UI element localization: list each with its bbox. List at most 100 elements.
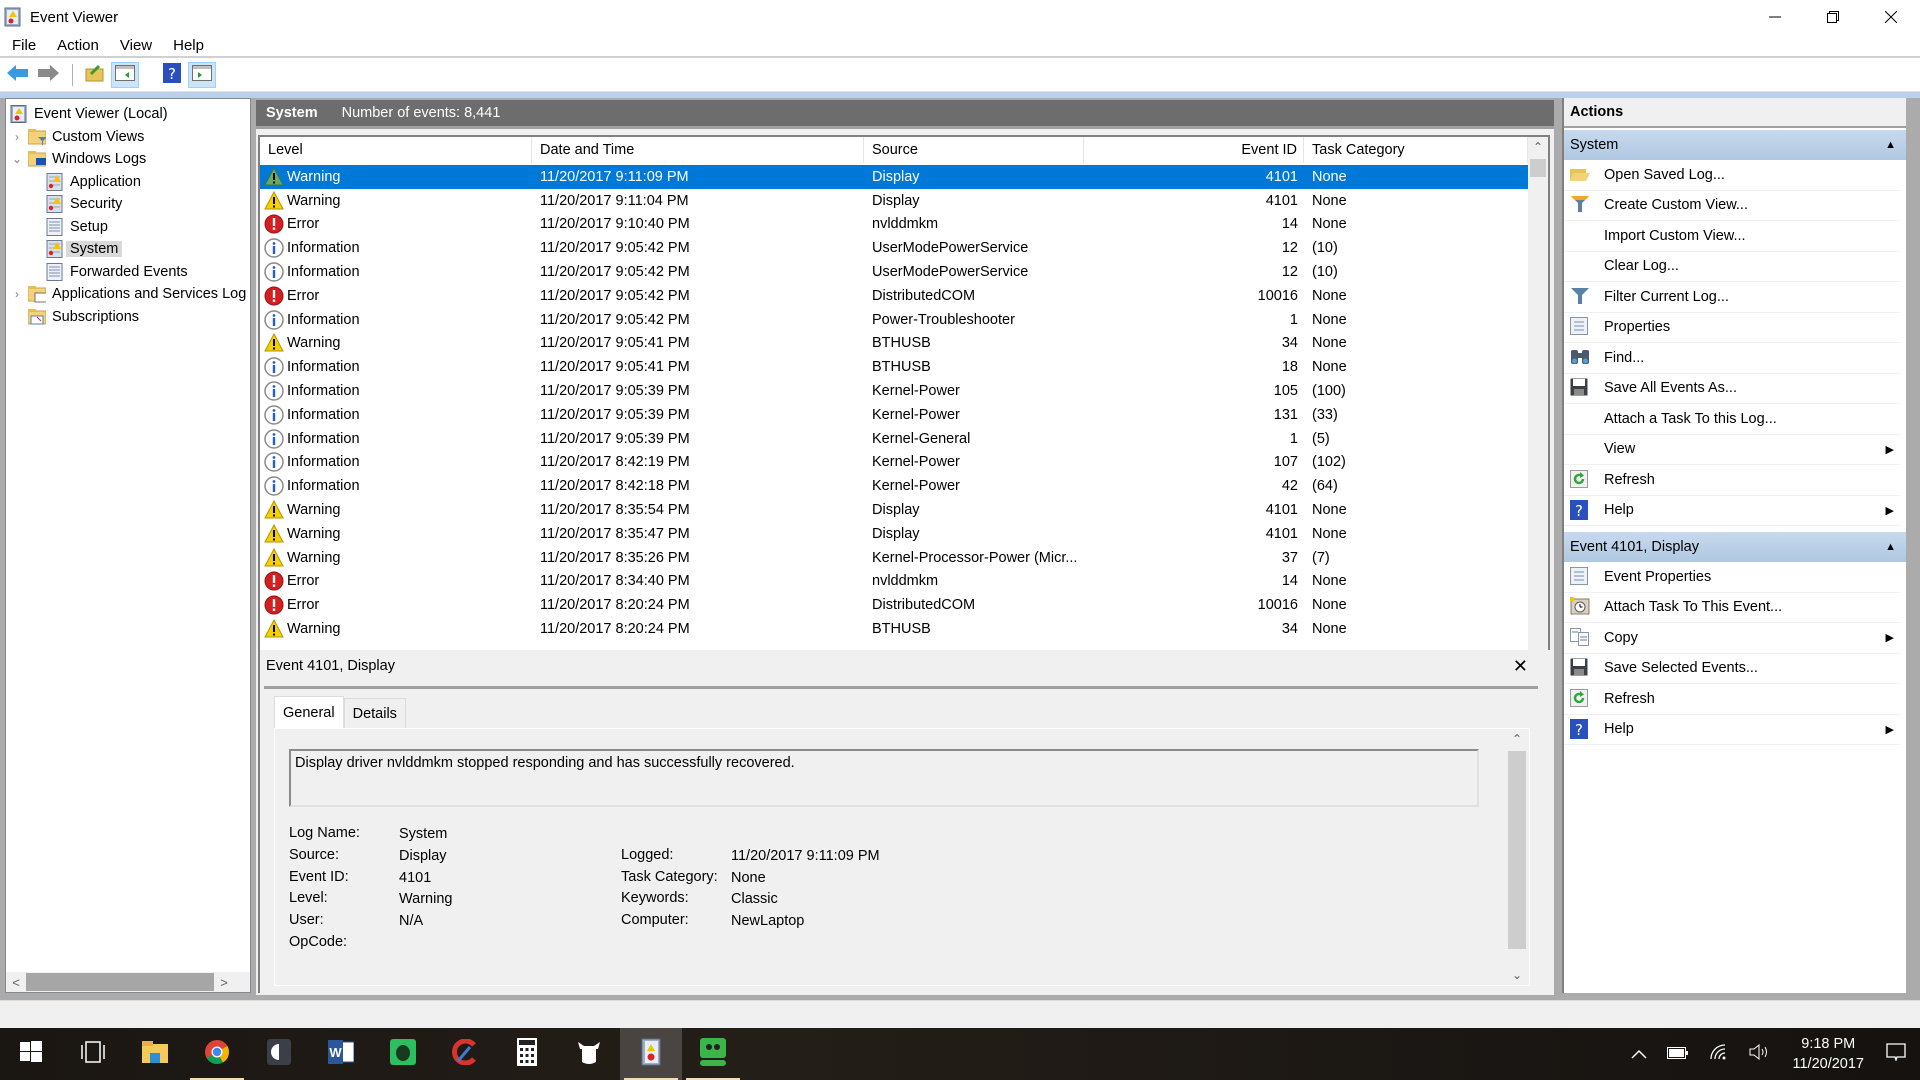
menu-file[interactable]: File xyxy=(0,37,45,54)
column-header-source[interactable]: Source xyxy=(864,137,1084,163)
action-filter-current-log[interactable]: Filter Current Log... xyxy=(1564,282,1900,313)
action-center-icon[interactable] xyxy=(1886,1043,1906,1065)
restore-button[interactable] xyxy=(1804,0,1862,34)
minimize-button[interactable] xyxy=(1746,0,1804,34)
column-header-task-category[interactable]: Task Category xyxy=(1304,137,1528,163)
taskbar-audio-app[interactable] xyxy=(248,1028,310,1080)
tree-item-system[interactable]: System xyxy=(6,238,250,261)
action-create-custom-view[interactable]: Create Custom View... xyxy=(1564,191,1900,221)
event-row[interactable]: Information 11/20/2017 8:42:19 PM Kernel-P… xyxy=(260,451,1528,475)
property-value[interactable]: Warning xyxy=(399,891,452,907)
actions-section-header[interactable]: System ▲ xyxy=(1564,130,1906,160)
scroll-right-icon[interactable]: > xyxy=(214,975,234,990)
tree-item-event-viewer-local[interactable]: Event Viewer (Local) xyxy=(6,103,250,126)
taskbar-ccleaner[interactable] xyxy=(434,1028,496,1080)
event-row[interactable]: Information 11/20/2017 9:05:42 PM Power-Tr… xyxy=(260,308,1528,332)
actions-section-header[interactable]: Event 4101, Display ▲ xyxy=(1564,532,1906,562)
property-value[interactable]: NewLaptop xyxy=(731,913,804,929)
tree-item-applications-and-services-log[interactable]: › Applications and Services Log xyxy=(6,283,250,306)
tree-item-windows-logs[interactable]: ⌄ Windows Logs xyxy=(6,148,250,171)
action-help[interactable]: ? Help ▶ xyxy=(1564,715,1900,745)
event-row[interactable]: Warning 11/20/2017 8:35:26 PM Kernel-Proce… xyxy=(260,546,1528,570)
show-hide-action-pane-button[interactable] xyxy=(188,61,216,88)
action-attach-task-to-this-event[interactable]: Attach Task To This Event... xyxy=(1564,593,1900,623)
scroll-up-icon[interactable]: ⌃ xyxy=(1528,137,1548,157)
action-copy[interactable]: Copy ▶ xyxy=(1564,623,1900,654)
action-attach-a-task-to-this-log[interactable]: Attach a Task To this Log... xyxy=(1564,404,1900,435)
show-hidden-icons-button[interactable] xyxy=(1630,1046,1647,1063)
property-value[interactable]: None xyxy=(731,870,766,886)
event-row[interactable]: Warning 11/20/2017 9:05:41 PM BTHUSB 34 None xyxy=(260,332,1528,356)
event-row[interactable]: Warning 11/20/2017 9:11:09 PM Display 4101 N… xyxy=(260,165,1528,189)
event-row[interactable]: Warning 11/20/2017 9:11:04 PM Display 4101 N… xyxy=(260,189,1528,213)
tree-item-forwarded-events[interactable]: Forwarded Events xyxy=(6,261,250,284)
show-hide-console-tree-button[interactable] xyxy=(111,61,139,88)
close-icon[interactable]: ✕ xyxy=(1513,656,1528,677)
taskbar-event-viewer[interactable] xyxy=(620,1028,682,1080)
scroll-up-icon[interactable]: ⌃ xyxy=(1507,729,1527,749)
column-header-event-id[interactable]: Event ID xyxy=(1084,137,1304,163)
action-save-selected-events[interactable]: Save Selected Events... xyxy=(1564,654,1900,684)
action-import-custom-view[interactable]: Import Custom View... xyxy=(1564,221,1900,252)
event-row[interactable]: Information 11/20/2017 9:05:39 PM Kernel-P… xyxy=(260,379,1528,403)
collapse-triangle-icon[interactable]: ▲ xyxy=(1885,139,1896,151)
property-value[interactable]: 11/20/2017 9:11:09 PM xyxy=(731,848,880,864)
tree-item-custom-views[interactable]: › Custom Views xyxy=(6,126,250,149)
event-row[interactable]: Information 11/20/2017 9:05:39 PM Kernel-G… xyxy=(260,427,1528,451)
event-row[interactable]: Information 11/20/2017 9:05:42 PM UserMode… xyxy=(260,236,1528,260)
taskbar-file-explorer[interactable] xyxy=(124,1028,186,1080)
action-clear-log[interactable]: Clear Log... xyxy=(1564,252,1900,282)
tab-details[interactable]: Details xyxy=(343,698,406,728)
event-row[interactable]: Warning 11/20/2017 8:20:24 PM BTHUSB 34 None xyxy=(260,617,1528,641)
action-properties[interactable]: Properties xyxy=(1564,313,1900,343)
scrollbar-thumb[interactable] xyxy=(1508,751,1526,949)
action-save-all-events-as[interactable]: Save All Events As... xyxy=(1564,374,1900,404)
menu-view[interactable]: View xyxy=(108,37,161,54)
start-button[interactable] xyxy=(0,1028,62,1080)
expand-icon[interactable]: › xyxy=(10,287,24,301)
tab-general[interactable]: General xyxy=(274,696,344,728)
tree-item-security[interactable]: Security xyxy=(6,193,250,216)
action-help[interactable]: ? Help ▶ xyxy=(1564,496,1900,526)
taskbar-cow-app[interactable] xyxy=(558,1028,620,1080)
menu-action[interactable]: Action xyxy=(45,37,108,54)
column-header-date-time[interactable]: Date and Time xyxy=(532,137,864,163)
property-value[interactable]: System xyxy=(399,826,447,842)
scrollbar-thumb[interactable] xyxy=(1530,159,1546,177)
column-header-level[interactable]: Level xyxy=(260,137,532,163)
event-row[interactable]: Error 11/20/2017 9:05:42 PM DistributedCOM… xyxy=(260,284,1528,308)
event-row[interactable]: Error 11/20/2017 9:10:40 PM nvlddmkm 14 None xyxy=(260,213,1528,237)
taskbar-roboform[interactable] xyxy=(682,1028,744,1080)
detail-vertical-scrollbar[interactable]: ⌃ ⌄ xyxy=(1507,729,1527,985)
up-one-level-button[interactable] xyxy=(81,62,109,88)
taskbar-calculator[interactable] xyxy=(496,1028,558,1080)
property-value[interactable]: Classic xyxy=(731,891,778,907)
taskbar-word[interactable]: W xyxy=(310,1028,372,1080)
action-find[interactable]: Find... xyxy=(1564,343,1900,374)
wifi-icon[interactable] xyxy=(1709,1044,1729,1064)
event-row[interactable]: Information 11/20/2017 9:05:39 PM Kernel-P… xyxy=(260,403,1528,427)
property-value[interactable]: N/A xyxy=(399,913,423,929)
scroll-down-icon[interactable]: ⌄ xyxy=(1507,965,1527,985)
menu-help[interactable]: Help xyxy=(161,37,213,54)
action-refresh[interactable]: Refresh xyxy=(1564,684,1900,715)
tree-item-subscriptions[interactable]: Subscriptions xyxy=(6,306,250,329)
battery-icon[interactable] xyxy=(1666,1046,1689,1063)
collapse-triangle-icon[interactable]: ▲ xyxy=(1885,541,1896,553)
expand-icon[interactable]: › xyxy=(10,130,24,144)
event-row[interactable]: Warning 11/20/2017 8:35:47 PM Display 4101 N… xyxy=(260,522,1528,546)
event-description[interactable]: Display driver nvlddmkm stopped respondi… xyxy=(289,749,1479,807)
action-refresh[interactable]: Refresh xyxy=(1564,465,1900,496)
task-view-button[interactable] xyxy=(62,1028,124,1080)
back-button[interactable] xyxy=(4,62,32,88)
tree-item-setup[interactable]: Setup xyxy=(6,216,250,239)
clock[interactable]: 9:18 PM 11/20/2017 xyxy=(1793,1034,1865,1074)
forward-button[interactable] xyxy=(34,62,62,88)
event-row[interactable]: Error 11/20/2017 8:34:40 PM nvlddmkm 14 None xyxy=(260,570,1528,594)
close-button[interactable] xyxy=(1862,0,1920,34)
tree-item-application[interactable]: Application xyxy=(6,171,250,194)
collapse-icon[interactable]: ⌄ xyxy=(10,152,24,166)
event-row[interactable]: Information 11/20/2017 8:42:18 PM Kernel-P… xyxy=(260,474,1528,498)
event-row[interactable]: Information 11/20/2017 9:05:41 PM BTHUSB 18… xyxy=(260,355,1528,379)
event-row[interactable]: Information 11/20/2017 9:05:42 PM UserMode… xyxy=(260,260,1528,284)
